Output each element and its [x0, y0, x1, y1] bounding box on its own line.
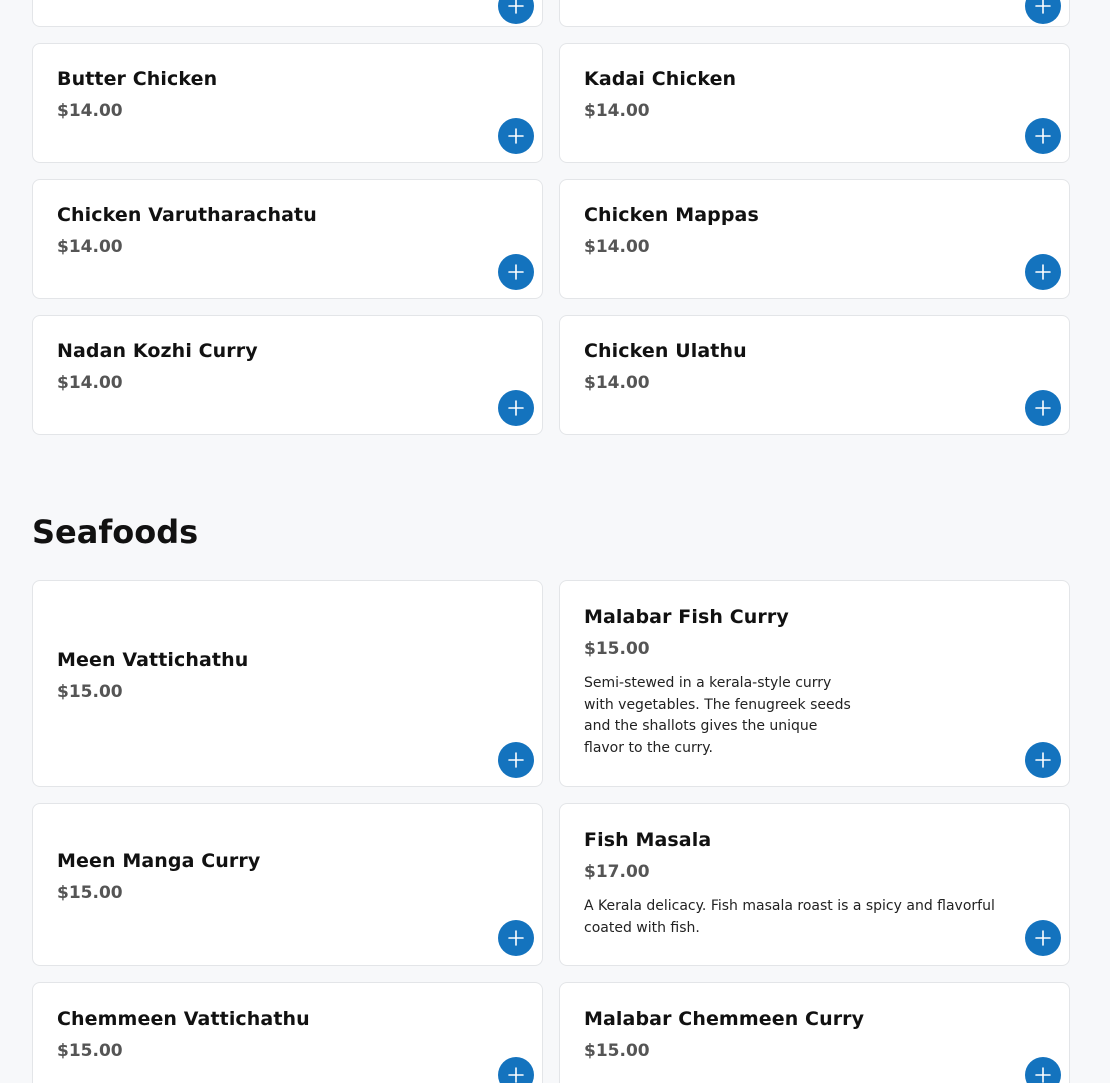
- item-price: $15.00: [584, 1041, 650, 1061]
- add-item-button[interactable]: [498, 390, 534, 426]
- item-price: $15.00: [57, 883, 123, 903]
- plus-icon: [1035, 1067, 1051, 1083]
- add-item-button[interactable]: [1025, 742, 1061, 778]
- item-name: Meen Vattichathu: [57, 649, 249, 671]
- plus-icon: [508, 0, 524, 14]
- menu-item-card[interactable]: Chicken Mappas $14.00: [559, 179, 1070, 299]
- menu-page: Butter Chicken $14.00 Kadai Chicken $14.…: [0, 0, 1110, 1083]
- item-name: Meen Manga Curry: [57, 850, 261, 872]
- item-price: $14.00: [57, 101, 123, 121]
- add-item-button[interactable]: [498, 1057, 534, 1083]
- menu-item-card[interactable]: Meen Vattichathu $15.00: [32, 580, 543, 787]
- item-description: Semi-stewed in a kerala-style curry with…: [584, 675, 851, 756]
- menu-item-card[interactable]: Chicken Ulathu $14.00: [559, 315, 1070, 435]
- add-item-button[interactable]: [1025, 118, 1061, 154]
- item-name: Chicken Varutharachatu: [57, 204, 317, 226]
- menu-item-card[interactable]: Butter Chicken $14.00: [32, 43, 543, 163]
- menu-item-card[interactable]: [559, 0, 1070, 27]
- add-item-button[interactable]: [1025, 254, 1061, 290]
- item-name: Butter Chicken: [57, 68, 218, 90]
- item-name: Malabar Chemmeen Curry: [584, 1008, 865, 1030]
- item-price: $15.00: [57, 1041, 123, 1061]
- menu-item-card[interactable]: Malabar Chemmeen Curry $15.00: [559, 982, 1070, 1083]
- item-name: Chicken Ulathu: [584, 340, 747, 362]
- plus-icon: [508, 128, 524, 144]
- add-item-button[interactable]: [1025, 390, 1061, 426]
- item-description: A Kerala delicacy. Fish masala roast is …: [584, 898, 995, 936]
- add-item-button[interactable]: [498, 742, 534, 778]
- plus-icon: [508, 1067, 524, 1083]
- menu-item-card[interactable]: Malabar Fish Curry $15.00 Semi-stewed in…: [559, 580, 1070, 787]
- menu-item-card[interactable]: Nadan Kozhi Curry $14.00: [32, 315, 543, 435]
- item-name: Kadai Chicken: [584, 68, 737, 90]
- plus-icon: [508, 752, 524, 768]
- add-item-button[interactable]: [1025, 0, 1061, 24]
- menu-item-card[interactable]: Chicken Varutharachatu $14.00: [32, 179, 543, 299]
- add-item-button[interactable]: [498, 920, 534, 956]
- menu-item-card[interactable]: Meen Manga Curry $15.00: [32, 803, 543, 966]
- plus-icon: [1035, 752, 1051, 768]
- menu-item-card[interactable]: Chemmeen Vattichathu $15.00: [32, 982, 543, 1083]
- item-price: $14.00: [584, 101, 650, 121]
- plus-icon: [1035, 128, 1051, 144]
- item-price: $17.00: [584, 862, 650, 882]
- section-title-seafoods: Seafoods: [32, 513, 199, 551]
- add-item-button[interactable]: [1025, 920, 1061, 956]
- item-price: $15.00: [584, 639, 650, 659]
- plus-icon: [508, 400, 524, 416]
- item-name: Chicken Mappas: [584, 204, 759, 226]
- seafoods-items-grid: Meen Vattichathu $15.00 Malabar Fish Cur…: [32, 580, 1070, 1083]
- add-item-button[interactable]: [498, 0, 534, 24]
- chicken-items-grid: Butter Chicken $14.00 Kadai Chicken $14.…: [32, 0, 1070, 435]
- plus-icon: [1035, 930, 1051, 946]
- item-price: $15.00: [57, 682, 123, 702]
- plus-icon: [1035, 264, 1051, 280]
- item-name: Fish Masala: [584, 829, 712, 851]
- add-item-button[interactable]: [498, 254, 534, 290]
- plus-icon: [508, 264, 524, 280]
- item-price: $14.00: [57, 373, 123, 393]
- menu-item-card[interactable]: Kadai Chicken $14.00: [559, 43, 1070, 163]
- plus-icon: [1035, 400, 1051, 416]
- item-name: Malabar Fish Curry: [584, 606, 789, 628]
- item-price: $14.00: [57, 237, 123, 257]
- item-name: Nadan Kozhi Curry: [57, 340, 258, 362]
- item-price: $14.00: [584, 237, 650, 257]
- menu-item-card[interactable]: Fish Masala $17.00 A Kerala delicacy. Fi…: [559, 803, 1070, 966]
- item-price: $14.00: [584, 373, 650, 393]
- add-item-button[interactable]: [1025, 1057, 1061, 1083]
- menu-item-card[interactable]: [32, 0, 543, 27]
- item-name: Chemmeen Vattichathu: [57, 1008, 310, 1030]
- plus-icon: [508, 930, 524, 946]
- plus-icon: [1035, 0, 1051, 14]
- add-item-button[interactable]: [498, 118, 534, 154]
